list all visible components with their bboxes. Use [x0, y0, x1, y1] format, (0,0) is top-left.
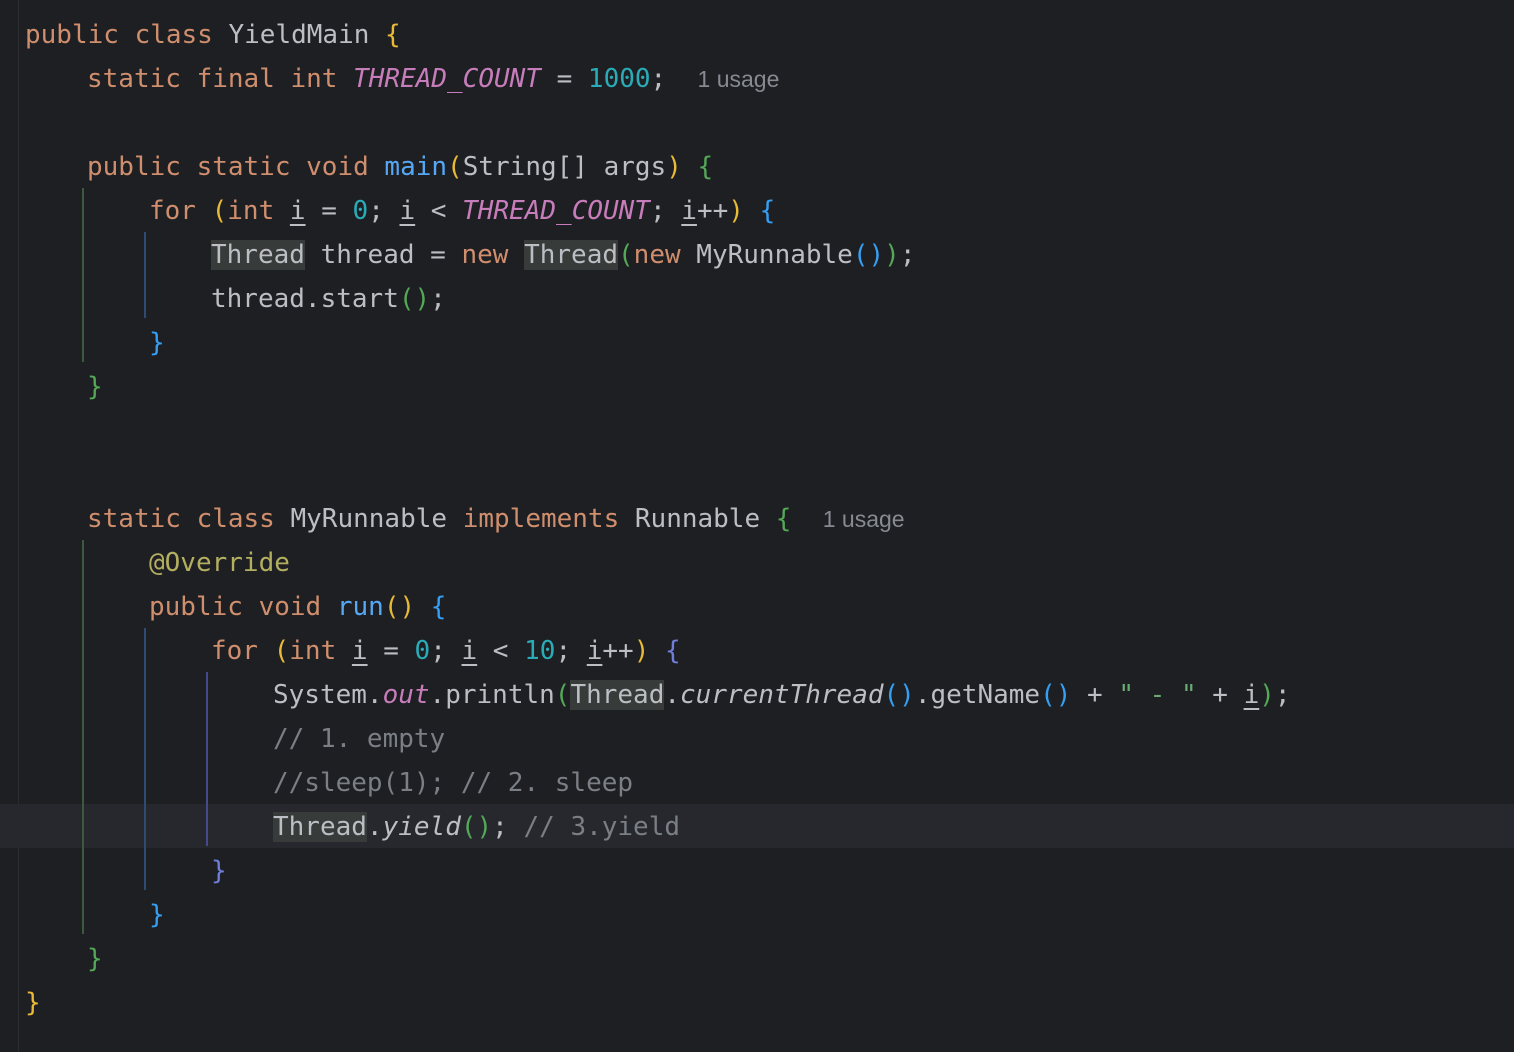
- indent-guide: [206, 672, 208, 846]
- run-method: run: [336, 592, 384, 622]
- code-line-16: System.out.println(Thread.currentThread(…: [273, 680, 1291, 710]
- method-name: main: [384, 152, 448, 182]
- indent-guide: [144, 232, 146, 318]
- param-name: args: [603, 152, 667, 182]
- code-line-6: Thread thread = new Thread(new MyRunnabl…: [211, 240, 916, 270]
- yield-call: yield: [382, 812, 461, 842]
- code-line-7: thread.start();: [211, 284, 446, 314]
- code-line-8: }: [149, 328, 165, 358]
- code-editor[interactable]: public class YieldMain { static final in…: [0, 0, 1514, 1052]
- loop-var: i: [289, 196, 306, 226]
- current-line-highlight: [0, 804, 1514, 848]
- out-field: out: [382, 680, 430, 710]
- comment-empty: // 1. empty: [273, 724, 446, 754]
- thread-var: thread: [320, 240, 415, 270]
- code-line-14: public void run() {: [149, 592, 447, 622]
- inner-loop-limit: 10: [524, 636, 556, 666]
- code-line-2: static final int THREAD_COUNT = 1000; 1 …: [87, 64, 780, 94]
- code-line-19: Thread.yield(); // 3.yield: [273, 812, 681, 842]
- indent-guide: [82, 540, 84, 934]
- runnable-class: MyRunnable: [696, 240, 853, 270]
- annotation: @Override: [149, 548, 290, 578]
- code-line-1: public class YieldMain {: [25, 20, 401, 50]
- indent-guide: [144, 628, 146, 890]
- code-line-13: @Override: [149, 541, 290, 585]
- current-thread-call: currentThread: [680, 680, 884, 710]
- usage-hint-2[interactable]: 1 usage: [823, 506, 905, 532]
- constant-name: THREAD_COUNT: [353, 64, 541, 94]
- code-line-20: }: [211, 856, 227, 886]
- string-literal: " - ": [1118, 680, 1197, 710]
- gutter-edge: [18, 0, 19, 1052]
- param-type: String[]: [462, 152, 588, 182]
- loop-start: 0: [352, 196, 369, 226]
- indent-guide: [82, 188, 84, 362]
- constant-value: 1000: [587, 64, 651, 94]
- code-line-12: static class MyRunnable implements Runna…: [87, 504, 905, 534]
- code-line-5: for (int i = 0; i < THREAD_COUNT; i++) {: [149, 196, 776, 226]
- system-class: System: [273, 680, 367, 710]
- interface-name: Runnable: [634, 504, 761, 534]
- code-line-9: }: [87, 372, 103, 402]
- code-line-21: }: [149, 900, 165, 930]
- start-call: start: [320, 284, 399, 314]
- class-name: YieldMain: [228, 20, 370, 50]
- code-line-15: for (int i = 0; i < 10; i++) {: [211, 636, 681, 666]
- usage-hint[interactable]: 1 usage: [698, 66, 780, 92]
- comment-yield: // 3.yield: [523, 812, 681, 842]
- code-line-4: public static void main(String[] args) {: [87, 152, 714, 182]
- code-line-17: // 1. empty: [273, 717, 445, 761]
- get-name-call: getName: [930, 680, 1041, 710]
- comment-sleep: //sleep(1); // 2. sleep: [273, 768, 634, 798]
- code-line-22: }: [87, 944, 103, 974]
- type-thread: Thread: [211, 240, 305, 270]
- println-call: println: [445, 680, 555, 710]
- inner-class-name: MyRunnable: [290, 504, 448, 534]
- code-line-23: }: [25, 988, 41, 1018]
- code-line-18: //sleep(1); // 2. sleep: [273, 761, 633, 805]
